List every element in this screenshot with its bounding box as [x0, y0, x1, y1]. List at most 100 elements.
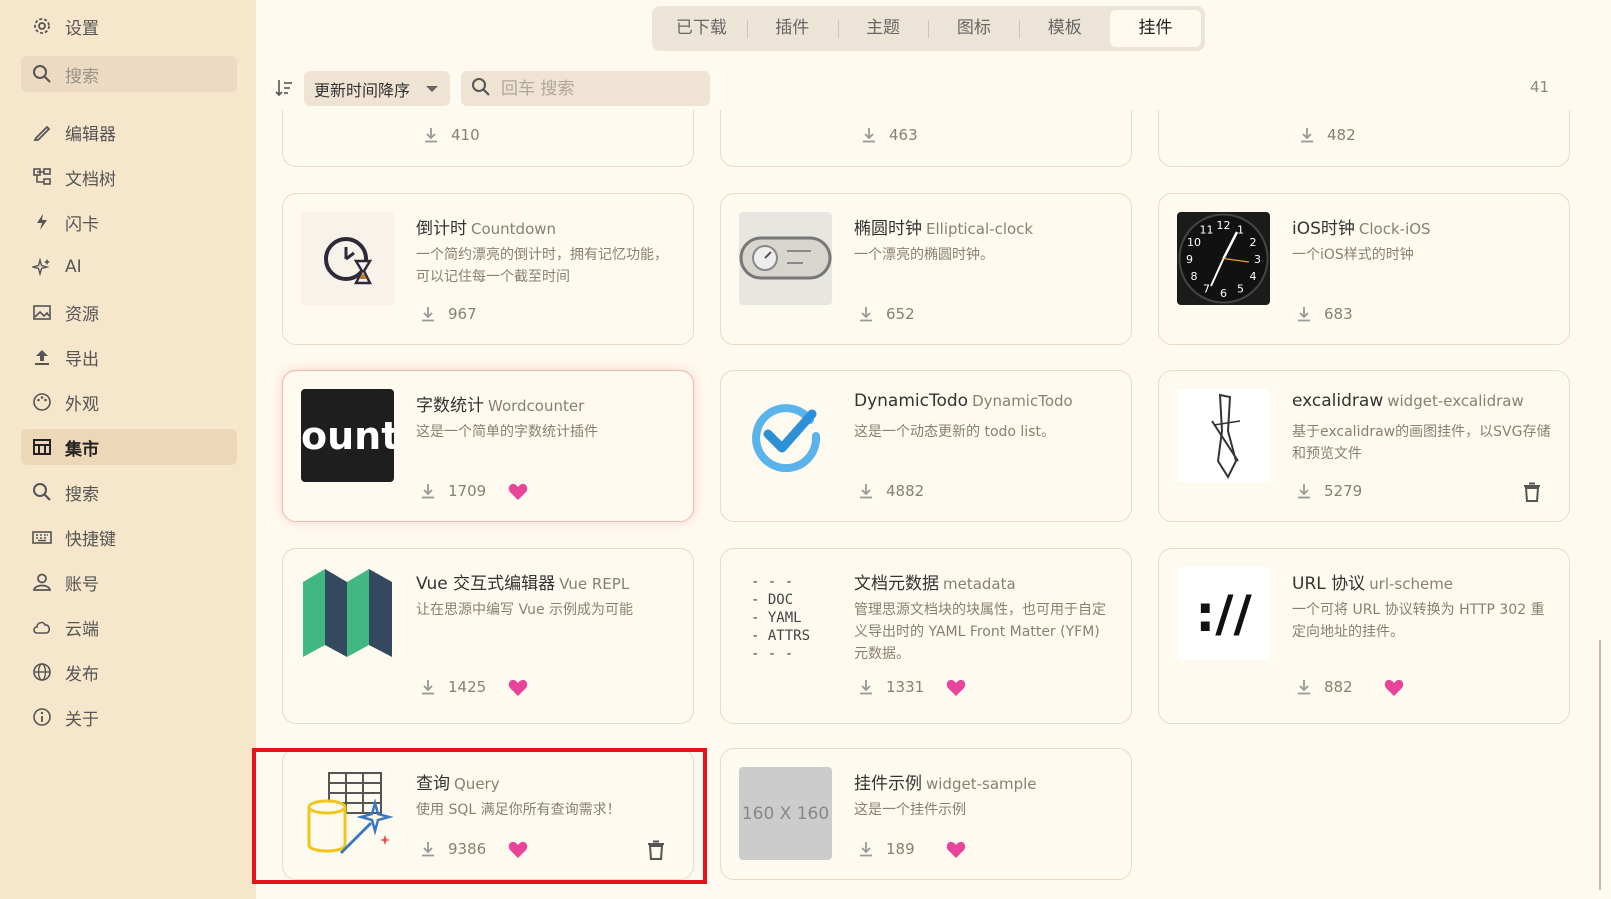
trash-icon[interactable] — [1523, 482, 1541, 502]
sidebar-item-label: 文档树 — [65, 169, 116, 190]
card-subtitle: metadata — [943, 575, 1016, 593]
sort-icon[interactable] — [274, 78, 296, 100]
card-title-text: excalidraw — [1292, 391, 1384, 411]
svg-text:9: 9 — [1186, 253, 1193, 266]
check-circle-icon — [739, 389, 832, 482]
sidebar-item-3[interactable]: AI — [21, 249, 237, 285]
metadata-thumbnail: - - - - DOC - YAML - ATTRS - - - — [739, 567, 832, 660]
sidebar-item-6[interactable]: 外观 — [21, 384, 237, 420]
vue-map-icon — [301, 567, 394, 660]
svg-text:3: 3 — [1254, 253, 1261, 266]
sidebar-item-label: 设置 — [65, 18, 99, 39]
download-count: 463 — [861, 126, 918, 144]
sidebar-item-8[interactable]: 搜索 — [21, 474, 237, 510]
download-count: 882 — [1296, 678, 1353, 696]
card-partial[interactable]: 463 — [720, 110, 1132, 167]
sidebar-item-settings[interactable]: 设置 — [21, 8, 237, 44]
market-tabs: 已下载 插件 主题 图标 模板 挂件 — [652, 6, 1205, 51]
widget-card[interactable]: - - - - DOC - YAML - ATTRS - - - 文档元数据 metadat… — [720, 548, 1132, 724]
sidebar-item-5[interactable]: 导出 — [21, 339, 237, 375]
card-partial[interactable]: 482 — [1158, 110, 1570, 167]
sidebar-item-12[interactable]: 发布 — [21, 654, 237, 690]
sidebar-search[interactable]: 搜索 — [21, 56, 237, 92]
tab-1[interactable]: 插件 — [746, 10, 838, 47]
sidebar-item-9[interactable]: 快捷键 — [21, 519, 237, 555]
sidebar-item-7[interactable]: 集市 — [21, 429, 237, 465]
sidebar-item-0[interactable]: 编辑器 — [21, 114, 237, 150]
download-count-value: 4882 — [886, 482, 925, 500]
cloud-icon — [31, 616, 53, 638]
download-count-value: 1709 — [448, 482, 487, 500]
card-description: 一个iOS样式的时钟 — [1292, 247, 1414, 263]
card-title: 倒计时 Countdown — [416, 214, 556, 239]
widget-card[interactable]: :// URL 协议 url-scheme 一个可将 URL 协议转换为 HTTP 3… — [1158, 548, 1570, 724]
download-count: 652 — [858, 305, 915, 323]
card-title: iOS时钟 Clock-iOS — [1292, 214, 1431, 239]
heart-icon[interactable] — [508, 679, 528, 697]
widget-card[interactable]: 倒计时 Countdown 一个简约漂亮的倒计时，拥有记忆功能，可以记住每一个截至时… — [282, 193, 694, 345]
heart-icon[interactable] — [946, 841, 966, 859]
card-title-text: 字数统计 — [416, 396, 484, 416]
bazaar-search[interactable] — [461, 71, 710, 106]
card-title-text: URL 协议 — [1292, 574, 1366, 594]
sidebar-item-10[interactable]: 账号 — [21, 564, 237, 600]
sort-select[interactable]: 更新时间降序 — [304, 71, 450, 106]
card-description: 这是一个挂件示例 — [854, 802, 966, 818]
sidebar-item-2[interactable]: 闪卡 — [21, 204, 237, 240]
download-icon — [1298, 484, 1310, 499]
placeholder-thumbnail: 160 X 160 — [739, 767, 832, 860]
palette-icon — [31, 391, 53, 413]
widget-card[interactable]: Vue 交互式编辑器 Vue REPL 让在思源中编写 Vue 示例成为可能 1425 — [282, 548, 694, 724]
download-icon — [422, 680, 434, 695]
card-title-text: Vue 交互式编辑器 — [416, 574, 556, 594]
tab-0[interactable]: 已下载 — [656, 10, 747, 47]
card-partial[interactable]: 410 — [282, 110, 694, 167]
card-title-text: 文档元数据 — [854, 574, 939, 594]
thumb-line: - ATTRS — [751, 628, 811, 644]
sidebar-item-13[interactable]: 关于 — [21, 699, 237, 735]
download-count: 5279 — [1296, 482, 1362, 500]
card-title-text: DynamicTodo — [854, 391, 969, 411]
download-count: 1425 — [420, 678, 486, 696]
sidebar-item-label: 搜索 — [65, 484, 99, 505]
heart-icon[interactable] — [508, 483, 528, 501]
thumb-line: - DOC — [751, 592, 794, 608]
sidebar-item-label: 账号 — [65, 574, 99, 595]
download-count-value: 189 — [886, 840, 915, 858]
download-icon — [422, 484, 434, 499]
thumb-text: :// — [1177, 567, 1270, 660]
download-icon — [863, 128, 875, 143]
scrollbar[interactable] — [1596, 640, 1604, 890]
widget-card[interactable]: ount 字数统计 Wordcounter 这是一个简单的字数统计插件 1709 — [282, 370, 694, 522]
widget-card[interactable]: excalidraw widget-excalidraw 基于excalidraw的… — [1158, 370, 1570, 522]
tab-3[interactable]: 图标 — [928, 10, 1019, 47]
download-count-value: 683 — [1324, 305, 1353, 323]
widget-card[interactable]: 160 X 160 挂件示例 widget-sample 这是一个挂件示例 189 — [720, 748, 1132, 880]
svg-text:10: 10 — [1187, 236, 1201, 249]
card-description: 一个漂亮的椭圆时钟。 — [854, 247, 994, 263]
svg-text:5: 5 — [1237, 282, 1244, 295]
widget-card[interactable]: 椭圆时钟 Elliptical-clock 一个漂亮的椭圆时钟。 652 — [720, 193, 1132, 345]
sidebar-item-11[interactable]: 云端 — [21, 609, 237, 645]
widget-card[interactable]: DynamicTodo DynamicTodo 这是一个动态更新的 todo lis… — [720, 370, 1132, 522]
sidebar-item-4[interactable]: 资源 — [21, 294, 237, 330]
lightning-icon — [31, 211, 53, 233]
download-count-value: 967 — [448, 305, 477, 323]
card-description: 管理思源文档块的块属性，也可用于自定义导出时的 YAML Front Matte… — [854, 602, 1106, 662]
sidebar-item-label: 外观 — [65, 394, 99, 415]
sidebar-item-label: 云端 — [65, 619, 99, 640]
tab-2[interactable]: 主题 — [837, 10, 929, 47]
shop-icon — [31, 436, 53, 458]
sidebar-item-label: 发布 — [65, 664, 99, 685]
search-input[interactable] — [501, 78, 691, 99]
card-title-text: iOS时钟 — [1292, 219, 1355, 239]
sidebar-item-label: 快捷键 — [65, 529, 116, 550]
card-title: Vue 交互式编辑器 Vue REPL — [416, 569, 629, 594]
card-title: 字数统计 Wordcounter — [416, 391, 584, 416]
widget-card[interactable]: 1 2 3 4 5 6 7 8 9 10 11 12 iOS时钟 Clock-iOS 一个iOS样式的时钟 6… — [1158, 193, 1570, 345]
tab-4[interactable]: 模板 — [1019, 10, 1110, 47]
heart-icon[interactable] — [946, 679, 966, 697]
sidebar-item-1[interactable]: 文档树 — [21, 159, 237, 195]
heart-icon[interactable] — [1384, 679, 1404, 697]
tab-5[interactable]: 挂件 — [1110, 10, 1201, 47]
